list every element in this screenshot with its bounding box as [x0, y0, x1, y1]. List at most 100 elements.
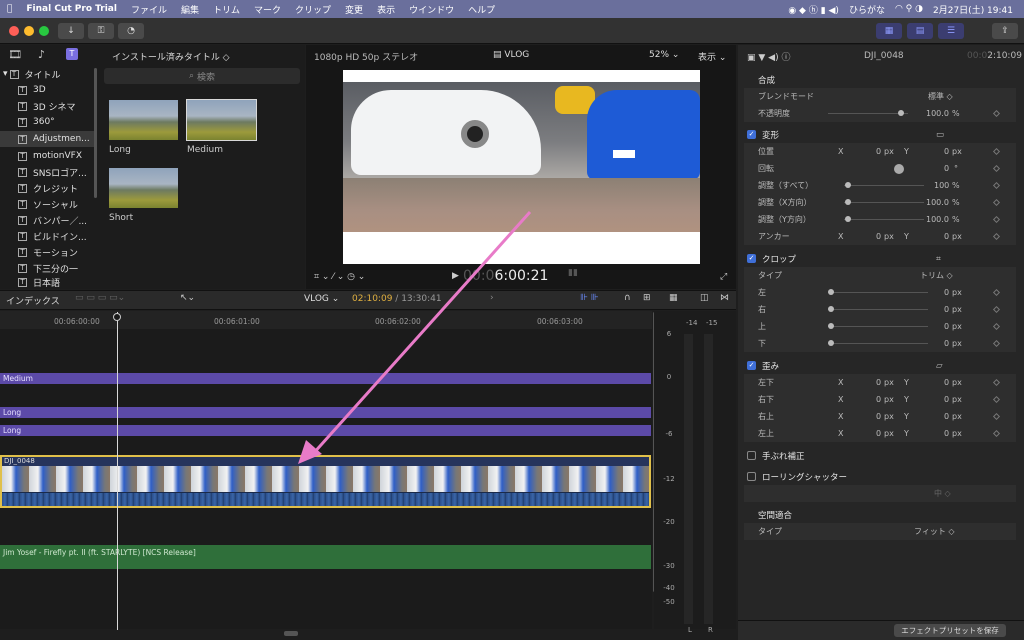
background-tasks-icon[interactable]: ◔ [118, 23, 144, 39]
share-icon[interactable]: ⇪ [992, 23, 1018, 39]
keyword-icon[interactable]: ⚿ [88, 23, 114, 39]
edit-buttons-icon[interactable]: ▭ ▭ ▭ ▭⌄ [75, 293, 125, 303]
transform-overlay-icon[interactable]: ▭ [936, 130, 944, 140]
playhead-handle[interactable] [113, 313, 121, 321]
audio-clip[interactable]: Jim Yosef - Firefly pt. II (ft. STARLYTE… [0, 545, 651, 569]
keyframe-icon[interactable] [992, 215, 1001, 224]
transform-checkbox[interactable]: ✓ [747, 130, 756, 139]
sidebar-scrollbar[interactable] [94, 68, 97, 198]
keyframe-icon[interactable] [992, 181, 1001, 190]
keyframe-icon[interactable] [992, 288, 1001, 297]
menu-window[interactable]: ウインドウ [402, 3, 461, 16]
opacity-slider-knob[interactable] [898, 110, 904, 116]
menu-edit[interactable]: 編集 [174, 3, 206, 16]
headphones-icon[interactable]: ∩ [624, 293, 631, 303]
keyframe-icon[interactable] [992, 232, 1001, 241]
position-y-value[interactable]: 0 [944, 147, 949, 156]
crop-top-slider[interactable] [828, 326, 928, 327]
effects-browser-icon[interactable]: ◫ [700, 293, 709, 303]
sidebar-item-bumper[interactable]: T バンパー／... [0, 212, 96, 228]
sidebar-item-360[interactable]: T 360° [0, 114, 96, 130]
scale-x-slider[interactable] [844, 202, 924, 203]
crop-left-slider[interactable] [828, 292, 928, 293]
sidebar-item-build-in[interactable]: T ビルドイン... [0, 228, 96, 244]
anchor-y-value[interactable]: 0 [944, 232, 949, 241]
close-window-button[interactable] [9, 26, 19, 36]
index-button[interactable]: インデックス [6, 294, 60, 307]
media-icon[interactable]: 🎞 [8, 48, 22, 61]
browser-toggle-icon[interactable]: ▦ [876, 23, 902, 39]
sidebar-item-sns[interactable]: T SNSロゴア... [0, 164, 96, 180]
titles-icon[interactable]: T [66, 48, 78, 60]
clip-appearance-icon[interactable]: ▦ [669, 293, 678, 303]
rolling-shutter-checkbox[interactable] [747, 472, 756, 481]
menu-modify[interactable]: 変更 [338, 3, 370, 16]
keyframe-icon[interactable] [992, 305, 1001, 314]
crop-left-knob[interactable] [828, 289, 834, 295]
zoom-popup[interactable]: 52% ⌄ [649, 50, 679, 60]
menu-help[interactable]: ヘルプ [461, 3, 502, 16]
clock[interactable]: 2月27日(土) 19:41 [928, 3, 1018, 16]
snapping-icon[interactable]: ⊞ [643, 293, 651, 303]
transitions-icon[interactable]: ⋈ [720, 293, 729, 303]
menu-file[interactable]: ファイル [124, 3, 174, 16]
thumbnail-medium[interactable] [186, 99, 257, 141]
crop-bottom-slider[interactable] [828, 343, 928, 344]
keyframe-icon[interactable] [992, 109, 1001, 118]
distort-checkbox[interactable]: ✓ [747, 361, 756, 370]
scale-y-knob[interactable] [845, 216, 851, 222]
minimize-window-button[interactable] [24, 26, 34, 36]
crop-bottom-knob[interactable] [828, 340, 834, 346]
library-title[interactable]: インストール済みタイトル ◇ [112, 50, 230, 63]
search-field[interactable]: ⌕ 検索 [104, 68, 300, 84]
opacity-slider[interactable] [828, 113, 908, 114]
scale-x-value[interactable]: 100.0 [926, 198, 949, 207]
sidebar-item-3d[interactable]: T 3D [0, 82, 96, 98]
anchor-x-value[interactable]: 0 [876, 232, 881, 241]
sidebar-item-3d-cinema[interactable]: T 3D シネマ [0, 98, 96, 114]
menu-clip[interactable]: クリップ [288, 3, 338, 16]
zoom-window-button[interactable] [39, 26, 49, 36]
blend-mode-popup[interactable]: 標準 ◇ [928, 91, 953, 102]
status-icons[interactable]: ◉ ◆ ⓗ ▮ ◀) [783, 3, 844, 16]
effects-icon[interactable]: ♪ [38, 48, 45, 61]
wifi-icon[interactable]: ◠ ⚲ ◑ [890, 4, 928, 14]
input-method-label[interactable]: ひらがな [844, 3, 890, 16]
crop-checkbox[interactable]: ✓ [747, 254, 756, 263]
opacity-value[interactable]: 100.0 [926, 109, 949, 118]
crop-right-knob[interactable] [828, 306, 834, 312]
keyframe-icon[interactable] [992, 412, 1001, 421]
sidebar-item-japanese[interactable]: T 日本語 [0, 276, 96, 288]
crop-overlay-icon[interactable]: ⌗ [936, 254, 941, 264]
keyframe-icon[interactable] [992, 322, 1001, 331]
menu-trim[interactable]: トリム [206, 3, 247, 16]
sidebar-item-titles[interactable]: ▾ T タイトル [0, 66, 96, 82]
view-popup[interactable]: 表示 ⌄ [698, 50, 726, 63]
timeline-resize-handle[interactable] [284, 631, 298, 636]
skimming-icon[interactable]: ⊪ ⊪ [580, 293, 599, 303]
keyframe-icon[interactable] [992, 164, 1001, 173]
timeline-toggle-icon[interactable]: ▤ [907, 23, 933, 39]
scale-all-knob[interactable] [845, 182, 851, 188]
apple-icon[interactable]:  [0, 4, 19, 14]
save-effects-preset-button[interactable]: エフェクトプリセットを保存 [894, 624, 1006, 637]
thumbnail-long[interactable] [109, 100, 178, 140]
keyframe-icon[interactable] [992, 378, 1001, 387]
stabilization-checkbox[interactable] [747, 451, 756, 460]
app-menu[interactable]: Final Cut Pro Trial [19, 4, 124, 14]
crop-right-slider[interactable] [828, 309, 928, 310]
scale-x-knob[interactable] [845, 199, 851, 205]
sidebar-item-social[interactable]: T ソーシャル [0, 196, 96, 212]
menu-view[interactable]: 表示 [370, 3, 402, 16]
crop-top-knob[interactable] [828, 323, 834, 329]
menu-mark[interactable]: マーク [247, 3, 288, 16]
scale-all-slider[interactable] [844, 185, 924, 186]
keyframe-icon[interactable] [992, 429, 1001, 438]
rolling-amount-popup[interactable]: 中 ◇ [934, 488, 951, 499]
thumbnail-short[interactable] [109, 168, 178, 208]
rotation-dial[interactable] [894, 163, 904, 174]
rotation-value[interactable]: 0 [944, 164, 949, 173]
keyframe-icon[interactable] [992, 198, 1001, 207]
scale-y-slider[interactable] [844, 219, 924, 220]
sidebar-item-motion[interactable]: T モーション [0, 244, 96, 260]
